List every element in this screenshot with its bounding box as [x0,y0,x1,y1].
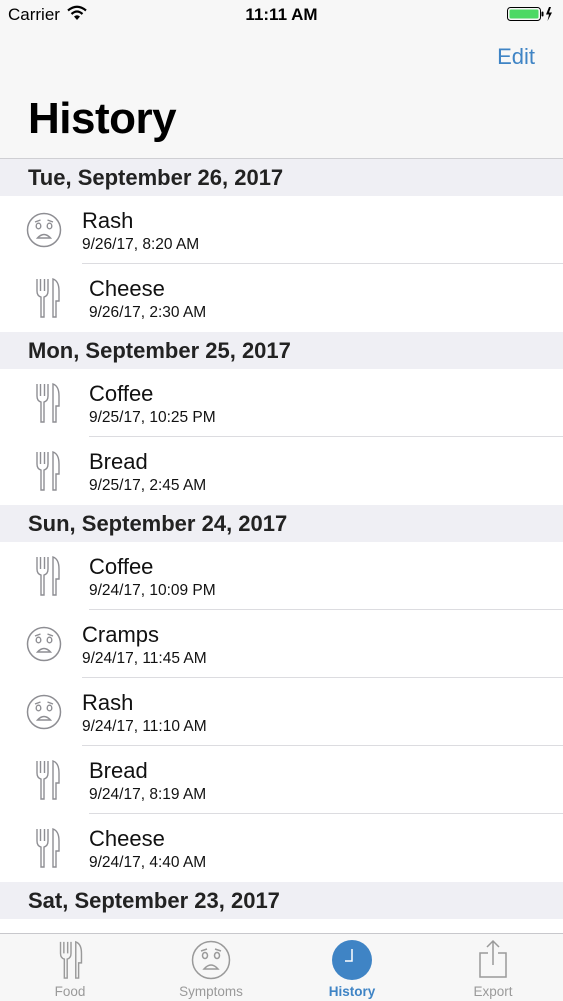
row-text: Bread 9/25/17, 2:45 AM [89,449,206,496]
history-row[interactable]: Cramps 9/24/17, 11:45 AM [0,610,563,678]
sad-face-icon [26,694,62,730]
history-row[interactable]: Coffee 9/25/17, 10:25 PM [0,369,563,437]
section-header: Tue, September 26, 2017 [0,159,563,196]
row-text: Coffee 9/25/17, 10:25 PM [89,381,216,428]
history-row[interactable]: Rash 9/24/17, 11:10 AM [0,678,563,746]
fork-knife-icon [35,555,61,597]
entry-timestamp: 9/26/17, 8:20 AM [82,236,200,253]
tab-symptoms[interactable]: Symptoms [141,934,281,1001]
history-row[interactable]: Coffee 9/24/17, 10:09 PM [0,542,563,610]
entry-timestamp: 9/25/17, 2:45 AM [89,477,207,494]
status-bar: Carrier 11:11 AM [0,0,563,30]
tab-label-symptoms: Symptoms [179,984,243,999]
tab-bar: Food Symptoms History Export [0,933,563,1001]
fork-knife-icon [35,382,61,424]
history-row[interactable]: Bread 9/24/17, 8:19 AM [0,746,563,814]
tab-label-export: Export [473,984,513,999]
status-time: 11:11 AM [245,5,318,24]
history-row[interactable]: Cheese 9/26/17, 2:30 AM [0,264,563,332]
tab-history[interactable]: History [282,934,422,1001]
navigation-bar: Edit History [0,30,563,159]
section-header: Mon, September 25, 2017 [0,332,563,369]
sad-face-icon [26,212,62,248]
tab-food[interactable]: Food [0,934,140,1001]
page-title: History [28,94,177,143]
entry-name: Rash [82,690,134,715]
tab-label-food: Food [54,984,86,999]
share-icon [479,939,507,978]
battery-icon [507,7,552,21]
entry-timestamp: 9/25/17, 10:25 PM [89,409,216,426]
entry-name: Coffee [89,381,154,406]
row-text: Bread 9/24/17, 8:19 AM [89,758,206,805]
sad-face-icon [191,940,231,980]
clock-icon [332,940,372,980]
history-list[interactable]: Tue, September 26, 2017 Rash 9/26/17, 8:20… [0,159,563,919]
entry-name: Bread [89,758,148,783]
fork-knife-icon [35,450,61,492]
history-row[interactable]: Rash 9/26/17, 8:20 AM [0,196,563,264]
entry-name: Coffee [89,554,154,579]
entry-name: Cheese [89,276,165,301]
edit-button[interactable]: Edit [497,44,535,70]
entry-name: Cramps [82,622,160,647]
entry-name: Cheese [89,826,165,851]
row-text: Rash 9/24/17, 11:10 AM [82,690,207,737]
history-row[interactable]: Bread 9/25/17, 2:45 AM [0,437,563,505]
entry-timestamp: 9/26/17, 2:30 AM [89,304,207,321]
row-text: Cheese 9/26/17, 2:30 AM [89,276,206,323]
entry-timestamp: 9/24/17, 8:19 AM [89,786,207,803]
row-text: Rash 9/26/17, 8:20 AM [82,208,199,255]
entry-name: Bread [89,449,148,474]
entry-name: Rash [82,208,134,233]
entry-timestamp: 9/24/17, 11:10 AM [82,718,207,735]
fork-knife-icon [35,277,61,319]
row-text: Cramps 9/24/17, 11:45 AM [82,622,207,669]
section-header: Sun, September 24, 2017 [0,505,563,542]
entry-timestamp: 9/24/17, 10:09 PM [89,582,216,599]
fork-knife-icon [35,827,61,869]
row-text: Cheese 9/24/17, 4:40 AM [89,826,206,873]
entry-timestamp: 9/24/17, 11:45 AM [82,650,207,667]
tab-label-history: History [328,984,376,999]
fork-knife-icon [59,940,83,979]
section-header: Sat, September 23, 2017 [0,882,563,919]
tab-export[interactable]: Export [423,934,563,1001]
entry-timestamp: 9/24/17, 4:40 AM [89,854,207,871]
fork-knife-icon [35,759,61,801]
history-row[interactable]: Cheese 9/24/17, 4:40 AM [0,814,563,882]
row-text: Coffee 9/24/17, 10:09 PM [89,554,216,601]
sad-face-icon [26,626,62,662]
